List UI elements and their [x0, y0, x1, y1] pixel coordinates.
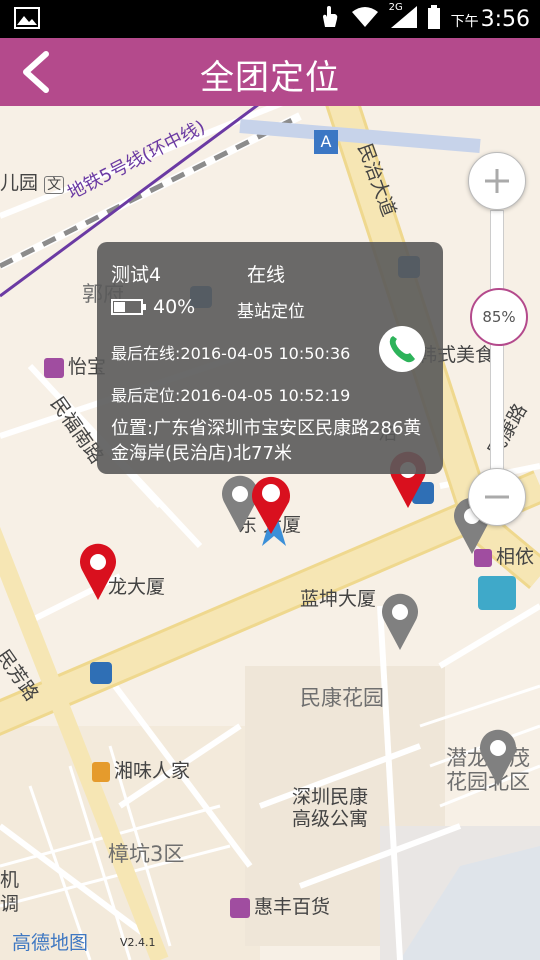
- zoom-out-button[interactable]: [468, 468, 526, 526]
- member-name: 测试4: [111, 264, 162, 286]
- a-badge: A: [314, 130, 338, 154]
- map-provider-logo: 高德地图: [12, 932, 89, 954]
- phone-icon: [389, 336, 415, 363]
- poi-label-park: 儿园 文: [0, 168, 65, 195]
- shop-icon: [230, 897, 250, 918]
- member-pin-gray[interactable]: [478, 728, 518, 788]
- poi-label-zhangkeng: 樟坑3区: [108, 842, 185, 866]
- battery-icon: [427, 5, 441, 33]
- signal-icon: 2G: [389, 2, 417, 32]
- member-pin-red[interactable]: [78, 542, 118, 602]
- zoom-level-indicator[interactable]: 85%: [470, 288, 528, 346]
- online-status: 在线: [247, 264, 286, 286]
- poi-label-minkang-garden: 民康花园: [300, 686, 384, 710]
- poi-label-xiangwei: 湘味人家: [92, 756, 190, 783]
- locate-type: 基站定位: [237, 302, 305, 322]
- battery-percent: 40%: [153, 296, 196, 318]
- wifi-icon: [351, 6, 379, 32]
- poi-label-lankun: 蓝坤大厦: [300, 588, 377, 610]
- battery-level-icon: [111, 298, 147, 320]
- member-info-popup: 测试4 在线 40% 基站定位 最后在线:2016-04-05 10:50:36…: [97, 242, 443, 474]
- address-text: 位置:广东省深圳市宝安区民康路286黄金海岸(民治店)北77米: [111, 418, 422, 464]
- clock: 3:56: [480, 6, 530, 32]
- ampm-label: 下午: [450, 13, 479, 30]
- app-bar: 全团定位: [0, 38, 540, 106]
- image-notification-icon: [14, 7, 40, 33]
- member-pin-gray[interactable]: [380, 592, 420, 652]
- member-pin-red[interactable]: [250, 472, 292, 536]
- minus-icon: [485, 495, 509, 499]
- poi-label-left-edge: 机调: [0, 869, 20, 915]
- poi-label-huifeng: 惠丰百货: [230, 892, 330, 919]
- last-online-row: 最后在线:2016-04-05 10:50:36: [111, 344, 351, 363]
- call-button[interactable]: [379, 326, 425, 372]
- bus-stop-icon: [90, 662, 112, 684]
- status-bar: 2G 下午3:56: [0, 0, 540, 38]
- map-legend-icon[interactable]: [478, 576, 516, 610]
- restaurant-icon: [92, 761, 110, 782]
- hand-icon: [319, 5, 341, 33]
- wen-badge: 文: [44, 176, 65, 194]
- poi-label-senior-apartment: 深圳民康 高级公寓: [292, 786, 369, 830]
- page-title: 全团定位: [200, 58, 340, 98]
- zoom-slider-track[interactable]: [490, 210, 504, 492]
- zoom-in-button[interactable]: [468, 152, 526, 210]
- last-locate-row: 最后定位:2016-04-05 10:52:19: [111, 386, 351, 405]
- map-version: V2.4.1: [120, 936, 156, 949]
- plus-icon: [485, 169, 509, 193]
- shop-icon: [44, 357, 64, 378]
